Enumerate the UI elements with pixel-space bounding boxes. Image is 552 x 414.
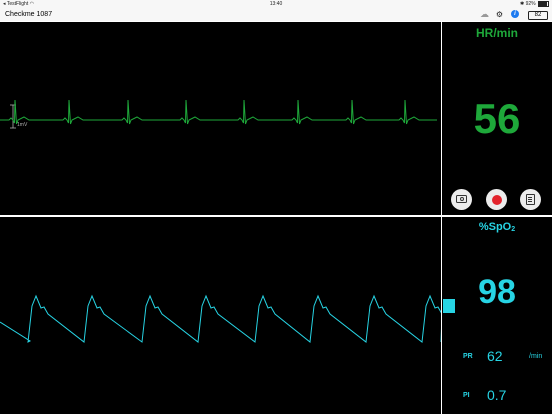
vertical-divider: [441, 21, 442, 414]
ecg-scale-label: 1mV: [17, 122, 28, 128]
device-battery-badge: 82: [528, 11, 548, 20]
device-title: Checkme 1087: [5, 11, 53, 18]
battery-percent: 92%: [525, 1, 536, 7]
bluetooth-icon: ✱: [520, 1, 525, 7]
pr-label: PR: [463, 353, 473, 360]
ecg-trace: [0, 99, 437, 125]
info-icon[interactable]: i: [511, 10, 519, 18]
pi-value: 0.7: [487, 387, 507, 403]
spo2-value: 98: [478, 273, 516, 311]
pleth-waveform: [0, 294, 441, 343]
record-button[interactable]: [486, 189, 507, 210]
spo2-label-subscript: 2: [511, 226, 516, 233]
nav-bar: Checkme 1087 ☁ ⚙ i 82: [0, 8, 552, 22]
cloud-icon[interactable]: ☁: [480, 10, 489, 19]
gear-icon[interactable]: ⚙: [495, 10, 504, 19]
spo2-label-text: %SpO: [478, 221, 512, 233]
ecg-waveform: 1mV: [0, 99, 437, 129]
record-icon: [491, 194, 502, 205]
status-right: ✱ 92%: [520, 0, 549, 8]
status-time: 13:40: [269, 1, 283, 7]
spo2-label: %SpO2: [442, 221, 552, 233]
hr-label: HR/min: [476, 26, 518, 40]
pr-value: 62: [487, 348, 503, 364]
hr-value: 56: [473, 95, 521, 142]
pulse-strength-bar: [443, 299, 455, 313]
camera-button[interactable]: [451, 189, 472, 210]
pleth-trace: [0, 294, 441, 343]
battery-icon: [538, 0, 549, 7]
camera-icon: [456, 195, 467, 203]
list-icon: [526, 194, 535, 205]
list-button[interactable]: [520, 189, 541, 210]
status-bar: ◂ TestFlight ◠ 13:40 ✱ 92%: [0, 0, 552, 8]
pr-unit: /min: [529, 353, 543, 360]
pi-label: PI: [463, 392, 470, 399]
